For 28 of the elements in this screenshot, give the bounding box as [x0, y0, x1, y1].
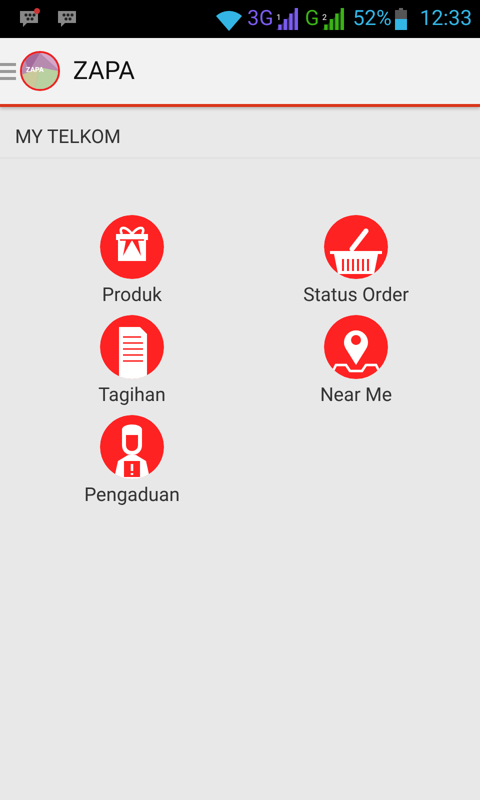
map-pin-icon: [324, 315, 388, 379]
section-title: MY TELKOM: [15, 125, 121, 148]
clock: 12:33: [420, 7, 472, 31]
menu-label: Produk: [102, 283, 162, 306]
signal-icon: [322, 8, 344, 30]
chat-notification-icon: [18, 8, 42, 30]
menu-label: Near Me: [320, 383, 392, 406]
menu-tile[interactable]: Near Me: [244, 315, 468, 406]
network-type: G: [304, 7, 320, 31]
menu-label: Pengaduan: [84, 483, 180, 506]
network-type: 3G: [247, 7, 274, 31]
gift-icon: [100, 215, 164, 279]
person-alert-icon: [100, 415, 164, 479]
signal-icon: [276, 8, 298, 30]
menu-tile[interactable]: Status Order: [244, 215, 468, 306]
sim-number: 2: [322, 13, 327, 22]
menu-label: Status Order: [303, 283, 409, 306]
menu-tile[interactable]: Tagihan: [20, 315, 244, 406]
app-title: ZAPA: [73, 56, 135, 86]
sim-number: 1: [276, 13, 281, 22]
menu-tile[interactable]: Pengaduan: [20, 415, 244, 506]
basket-icon: [324, 215, 388, 279]
battery-percent: 52%: [352, 7, 392, 31]
battery-icon: [394, 8, 407, 30]
menu-label: Tagihan: [98, 383, 166, 406]
menu-icon[interactable]: [0, 62, 16, 80]
document-icon: [100, 315, 164, 379]
menu-tile[interactable]: Produk: [20, 215, 244, 306]
